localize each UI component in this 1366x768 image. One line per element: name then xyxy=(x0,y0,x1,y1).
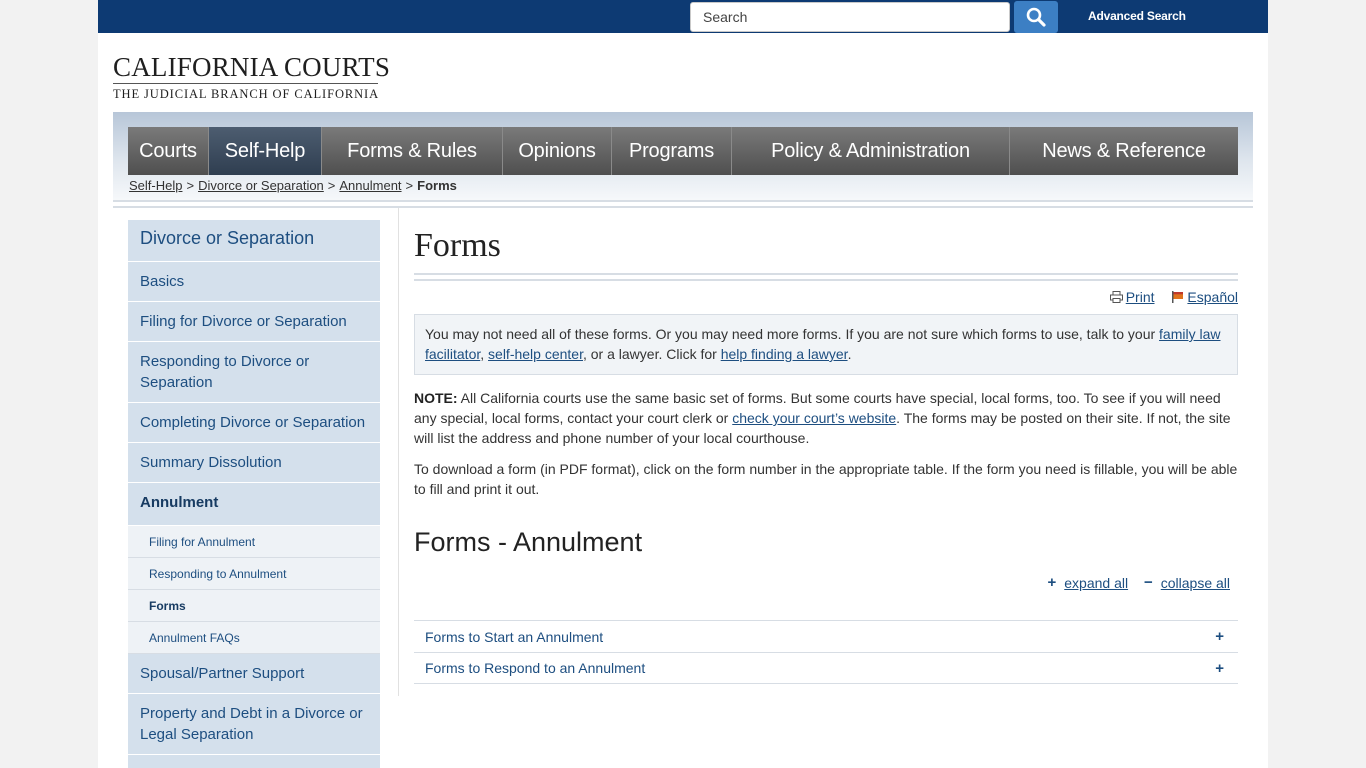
download-paragraph: To download a form (in PDF format), clic… xyxy=(414,461,1238,497)
breadcrumb-divorce-separation[interactable]: Divorce or Separation xyxy=(198,178,324,193)
sidebar-item-annulment[interactable]: Annulment xyxy=(128,483,380,526)
nav-item-policy-administration[interactable]: Policy & Administration xyxy=(732,127,1010,175)
sidebar: Divorce or Separation Basics Filing for … xyxy=(128,220,380,768)
sidebar-item-basics[interactable]: Basics xyxy=(128,262,380,302)
sidebar-divider xyxy=(398,208,399,696)
sidebar-title[interactable]: Divorce or Separation xyxy=(128,220,380,262)
info-text: , or a lawyer. Click for xyxy=(582,346,721,362)
accordion-label: Forms to Respond to an Annulment xyxy=(425,660,646,676)
plus-icon: + xyxy=(1215,659,1224,677)
espanol-link-wrap: Español xyxy=(1172,289,1238,305)
sidebar-item-filing[interactable]: Filing for Divorce or Separation xyxy=(128,302,380,342)
page-tools: Print Español xyxy=(1096,289,1238,306)
search-icon xyxy=(1026,7,1046,27)
info-text: . xyxy=(847,346,852,362)
sidebar-item-forms[interactable]: Forms xyxy=(128,755,380,768)
sidebar-subitem-annulment-faqs[interactable]: Annulment FAQs xyxy=(128,622,380,654)
nav-item-programs[interactable]: Programs xyxy=(612,127,732,175)
print-link[interactable]: Print xyxy=(1126,289,1155,305)
court-website-link[interactable]: check your court’s website xyxy=(732,410,896,426)
site-logo[interactable]: CALIFORNIA COURTS THE JUDICIAL BRANCH OF… xyxy=(113,52,390,102)
section-title: Forms - Annulment xyxy=(414,527,643,557)
info-text: You may not need all of these forms. Or … xyxy=(425,326,1160,342)
main-nav: Courts Self-Help Forms & Rules Opinions … xyxy=(128,127,1238,175)
note-paragraph: NOTE: All California courts use the same… xyxy=(414,388,1240,448)
minus-icon: − xyxy=(1143,574,1153,591)
espanol-link[interactable]: Español xyxy=(1187,289,1238,305)
logo-title: CALIFORNIA COURTS xyxy=(113,52,391,82)
nav-item-news-reference[interactable]: News & Reference xyxy=(1010,127,1238,175)
breadcrumb-current: Forms xyxy=(417,178,457,193)
sidebar-item-responding[interactable]: Responding to Divorce or Separation xyxy=(128,342,380,403)
search-button[interactable] xyxy=(1014,1,1058,33)
sidebar-subitem-filing-annulment[interactable]: Filing for Annulment xyxy=(128,526,380,558)
note-label: NOTE: xyxy=(414,390,458,406)
logo-subtitle: THE JUDICIAL BRANCH OF CALIFORNIA xyxy=(113,87,380,101)
breadcrumb-separator: > xyxy=(327,178,336,193)
nav-band-rule xyxy=(113,200,1253,208)
nav-item-courts[interactable]: Courts xyxy=(128,127,209,175)
page-title: Forms xyxy=(414,227,501,264)
expand-all-control[interactable]: + expand all xyxy=(1047,574,1128,591)
sidebar-item-spousal-support[interactable]: Spousal/Partner Support xyxy=(128,654,380,694)
top-bar: Advanced Search xyxy=(98,0,1268,33)
collapse-all-control[interactable]: − collapse all xyxy=(1144,574,1230,591)
breadcrumb-self-help[interactable]: Self-Help xyxy=(129,178,182,193)
plus-icon: + xyxy=(1215,628,1224,645)
breadcrumb-separator: > xyxy=(405,178,414,193)
search-input[interactable] xyxy=(690,2,1010,32)
self-help-center-link[interactable]: self-help center xyxy=(488,346,583,362)
logo-rule xyxy=(113,83,378,84)
info-text: , xyxy=(480,346,489,362)
accordion-label: Forms to Start an Annulment xyxy=(425,628,604,645)
print-link-wrap: Print xyxy=(1109,289,1155,305)
nav-item-forms-rules[interactable]: Forms & Rules xyxy=(322,127,503,175)
plus-icon: + xyxy=(1047,574,1057,591)
forms-accordion: Forms to Start an Annulment + Forms to R… xyxy=(414,620,1238,684)
advanced-search-link[interactable]: Advanced Search xyxy=(1088,9,1186,23)
help-finding-lawyer-link[interactable]: help finding a lawyer xyxy=(721,346,848,362)
collapse-all-link[interactable]: collapse all xyxy=(1161,575,1230,591)
breadcrumb: Self-Help > Divorce or Separation > Annulmen… xyxy=(129,178,457,193)
expand-all-link[interactable]: expand all xyxy=(1064,575,1128,591)
sidebar-item-completing[interactable]: Completing Divorce or Separation xyxy=(128,403,380,443)
breadcrumb-separator: > xyxy=(186,178,195,193)
breadcrumb-annulment[interactable]: Annulment xyxy=(339,178,401,193)
sidebar-subitem-forms[interactable]: Forms xyxy=(128,590,380,622)
nav-item-opinions[interactable]: Opinions xyxy=(503,127,612,175)
accordion-item-respond-annulment[interactable]: Forms to Respond to an Annulment + xyxy=(414,652,1238,684)
flag-icon xyxy=(1172,291,1184,303)
nav-item-self-help[interactable]: Self-Help xyxy=(209,127,322,175)
info-box: You may not need all of these forms. Or … xyxy=(414,314,1238,375)
sidebar-subitem-responding-annulment[interactable]: Responding to Annulment xyxy=(128,558,380,590)
sidebar-item-property-debt[interactable]: Property and Debt in a Divorce or Legal … xyxy=(128,694,380,755)
expand-collapse-controls: + expand all − collapse all xyxy=(1035,574,1230,591)
printer-icon xyxy=(1109,291,1123,303)
sidebar-item-summary-dissolution[interactable]: Summary Dissolution xyxy=(128,443,380,483)
title-rule xyxy=(414,273,1238,281)
page: Advanced Search CALIFORNIA COURTS THE JU… xyxy=(98,0,1268,768)
main-content: Forms Print Español You may not need all… xyxy=(414,220,1238,684)
accordion-item-start-annulment[interactable]: Forms to Start an Annulment + xyxy=(414,620,1238,652)
